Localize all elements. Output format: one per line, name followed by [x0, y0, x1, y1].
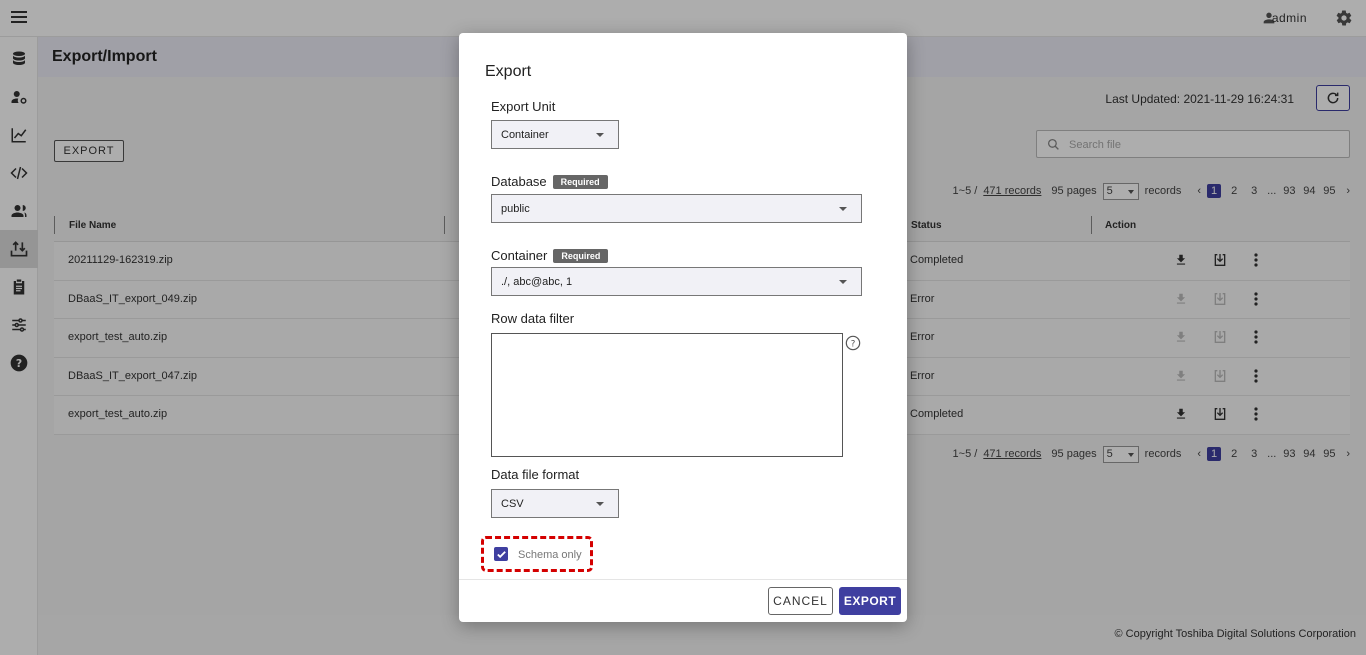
database-select[interactable]: public — [491, 194, 862, 223]
database-label-text: Database — [491, 174, 547, 189]
required-badge: Required — [553, 249, 609, 263]
export-unit-select[interactable]: Container — [491, 120, 619, 149]
cancel-button[interactable]: CANCEL — [768, 587, 833, 615]
required-badge: Required — [552, 175, 608, 189]
chevron-down-icon — [596, 133, 604, 137]
format-select[interactable]: CSV — [491, 489, 619, 518]
export-dialog: Export Export Unit Container Database Req… — [459, 33, 907, 622]
row-filter-textarea[interactable] — [491, 333, 843, 457]
container-select[interactable]: ./, abc@abc, 1 — [491, 267, 862, 296]
check-icon — [496, 550, 506, 558]
container-label: Container Required — [491, 248, 609, 263]
export-unit-label: Export Unit — [491, 99, 556, 114]
database-label: Database Required — [491, 174, 608, 189]
schema-only-checkbox[interactable] — [494, 547, 508, 561]
export-button[interactable]: EXPORT — [839, 587, 901, 615]
format-value: CSV — [501, 498, 524, 510]
help-circle-icon[interactable]: ? — [845, 335, 861, 354]
chevron-down-icon — [596, 502, 604, 506]
chevron-down-icon — [839, 207, 847, 211]
database-value: public — [501, 203, 530, 215]
dialog-title: Export — [485, 63, 532, 80]
export-unit-value: Container — [501, 129, 549, 141]
container-label-text: Container — [491, 248, 548, 263]
format-label: Data file format — [491, 467, 580, 482]
schema-only-highlight: Schema only — [481, 536, 593, 572]
row-filter-label: Row data filter — [491, 311, 575, 326]
container-value: ./, abc@abc, 1 — [501, 276, 573, 288]
schema-only-label[interactable]: Schema only — [518, 549, 582, 561]
dialog-divider — [459, 579, 907, 580]
chevron-down-icon — [839, 280, 847, 284]
svg-text:?: ? — [851, 339, 856, 349]
